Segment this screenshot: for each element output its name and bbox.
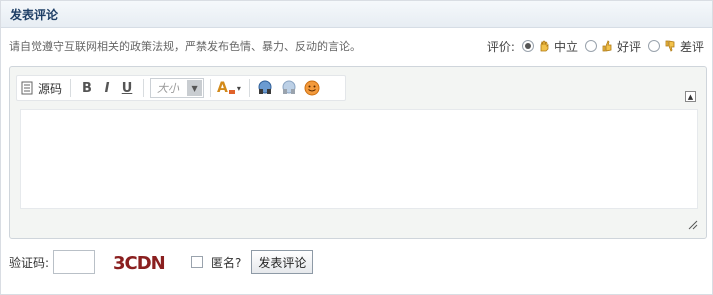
font-size-select[interactable]: 大小 ▼ (150, 78, 205, 98)
thumbs-down-icon (665, 40, 675, 52)
captcha-input[interactable] (53, 250, 96, 274)
captcha-label: 验证码: (9, 255, 50, 270)
emoticon-icon[interactable] (304, 80, 320, 96)
policy-notice: 请自觉遵守互联网相关的政策法规，严禁发布色情、暴力、反动的言论。 (9, 40, 361, 53)
comment-panel: 发表评论 请自觉遵守互联网相关的政策法规，严禁发布色情、暴力、反动的言论。 评价… (0, 0, 713, 295)
captcha-image[interactable]: 3CDN (111, 251, 172, 273)
remove-link-icon[interactable] (280, 80, 298, 96)
source-label: 源码 (38, 81, 63, 96)
insert-link-icon[interactable] (256, 80, 274, 96)
underline-button[interactable]: U (117, 78, 137, 98)
notice-row: 请自觉遵守互联网相关的政策法规，严禁发布色情、暴力、反动的言论。 评价: 中立 … (9, 36, 704, 56)
toolbar-divider (210, 79, 212, 97)
rating-neutral-label: 中立 (553, 39, 578, 54)
captcha-text: 3CDN (113, 253, 165, 273)
rich-text-editor: 源码 B I U 大小 ▼ A ▾ ▲ (9, 66, 707, 239)
font-color-label: A (217, 80, 228, 96)
rating-group: 评价: 中立 好评 差评 (487, 38, 704, 55)
panel-title: 发表评论 (10, 7, 59, 22)
resize-handle-icon[interactable] (686, 218, 698, 230)
submit-row: 验证码: 3CDN 匿名? 发表评论 (9, 249, 314, 275)
source-button[interactable]: 源码 (21, 78, 62, 98)
toolbar-divider (143, 79, 145, 97)
submit-comment-button[interactable]: 发表评论 (251, 250, 314, 274)
editor-toolbar: 源码 B I U 大小 ▼ A ▾ (16, 75, 346, 101)
anonymous-option[interactable]: 匿名? (191, 254, 241, 271)
hand-icon (540, 40, 549, 52)
comment-textarea[interactable] (20, 109, 698, 209)
rating-bad-label: 差评 (679, 39, 704, 54)
document-icon (21, 81, 33, 95)
toolbar-divider (70, 79, 72, 97)
bold-button[interactable]: B (77, 78, 97, 98)
panel-header: 发表评论 (1, 1, 712, 28)
thumbs-up-icon (602, 40, 612, 52)
toolbar-divider (248, 79, 250, 97)
chevron-down-icon: ▼ (187, 80, 203, 96)
rating-good-radio[interactable] (584, 40, 597, 52)
rating-label: 评价: (486, 39, 515, 54)
rating-bad-radio[interactable] (647, 40, 660, 52)
italic-button[interactable]: I (97, 78, 117, 98)
rating-neutral-radio[interactable] (521, 40, 534, 52)
anonymous-label: 匿名? (211, 255, 242, 270)
font-color-swatch-icon (228, 90, 235, 94)
rating-good-label: 好评 (616, 39, 641, 54)
chevron-down-icon: ▾ (236, 83, 241, 93)
collapse-toolbar-button[interactable]: ▲ (685, 91, 696, 102)
font-size-placeholder: 大小 (157, 82, 180, 95)
font-color-button[interactable]: A ▾ (217, 78, 241, 98)
anonymous-checkbox[interactable] (191, 256, 204, 268)
